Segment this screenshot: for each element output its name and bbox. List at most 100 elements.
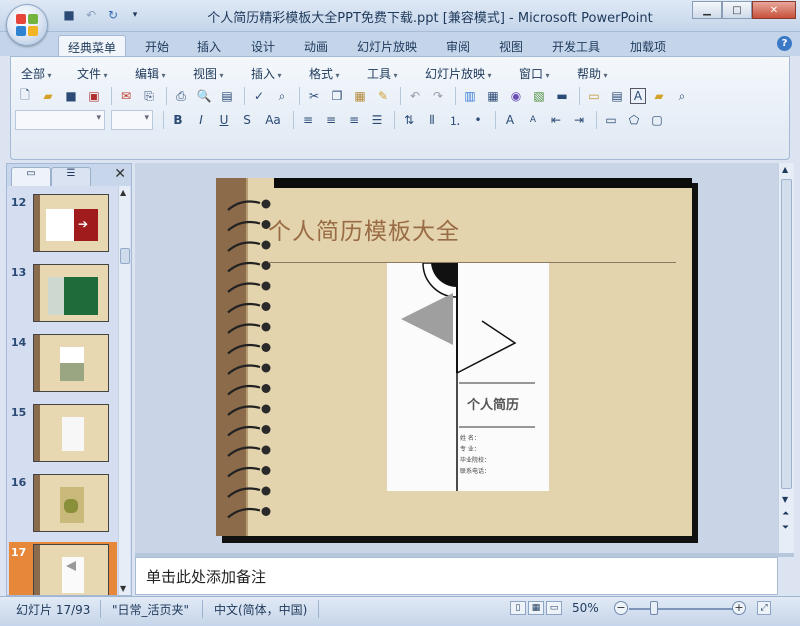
columns-icon[interactable]: ⫴ (422, 110, 442, 130)
language-indicator[interactable]: 中文(简体，中国) (214, 601, 307, 618)
numbering-icon[interactable]: ⒈ (445, 110, 465, 130)
close-icon[interactable]: ✕ (114, 166, 126, 182)
tab-outline[interactable]: ☰ (51, 167, 91, 186)
thumbnail-slide-16[interactable]: 16 (9, 472, 117, 536)
open-folder-icon[interactable]: ▰ (38, 86, 58, 106)
textbox-icon[interactable]: A (630, 88, 646, 104)
minimize-button[interactable]: ▁ (692, 1, 722, 19)
tab-design[interactable]: 设计 (242, 35, 284, 56)
scroll-up-icon[interactable]: ▲ (120, 188, 126, 197)
find-icon[interactable]: ⌕ (672, 86, 692, 106)
tab-developer[interactable]: 开发工具 (544, 35, 608, 56)
redo-icon[interactable]: ↷ (428, 86, 448, 106)
new-file-icon[interactable]: 🗋 (15, 86, 35, 106)
menu-slideshow[interactable]: 幻灯片放映 (425, 65, 492, 82)
notes-pane[interactable]: 单击此处添加备注 (135, 557, 778, 595)
picture-icon[interactable]: ▧ (529, 86, 549, 106)
save-icon[interactable]: ■ (61, 86, 81, 106)
help-icon[interactable]: ? (777, 36, 792, 51)
zoom-level[interactable]: 50% (572, 601, 599, 615)
thumbnail-slide-12[interactable]: 12 ➔ (9, 192, 117, 256)
menu-format[interactable]: 格式 (309, 65, 340, 82)
publish-icon[interactable]: ⎘ (139, 86, 159, 106)
shape-fill-icon[interactable]: ▬ (552, 86, 572, 106)
spelling-icon[interactable]: ✓ (249, 86, 269, 106)
table-icon[interactable]: ▦ (483, 86, 503, 106)
align-left-icon[interactable]: ≡ (298, 110, 318, 130)
chart-icon[interactable]: ▥ (460, 86, 480, 106)
menu-view[interactable]: 视图 (193, 65, 224, 82)
print-icon[interactable]: ⎙ (171, 86, 191, 106)
scroll-up-icon[interactable]: ▲ (782, 165, 788, 174)
strikethrough-icon[interactable]: S (237, 110, 257, 130)
menu-window[interactable]: 窗口 (519, 65, 550, 82)
slide-sorter-icon[interactable]: ▦ (528, 601, 544, 615)
tab-review[interactable]: 审阅 (437, 35, 479, 56)
thumbnail-slide-13[interactable]: 13 (9, 262, 117, 326)
zoom-slider-knob[interactable] (650, 601, 658, 615)
tab-slides[interactable]: ▭ (11, 167, 51, 186)
zoom-out-icon[interactable]: − (614, 601, 628, 615)
clipart-icon[interactable]: ◉ (506, 86, 526, 106)
increase-indent-icon[interactable]: ⇥ (569, 110, 589, 130)
folder-icon[interactable]: ▰ (649, 86, 669, 106)
print-preview-icon[interactable]: 🔍 (194, 86, 214, 106)
decrease-indent-icon[interactable]: ⇤ (546, 110, 566, 130)
research-icon[interactable]: ⌕ (272, 86, 292, 106)
next-slide-icon[interactable]: ⏷ (782, 523, 789, 533)
menu-help[interactable]: 帮助 (577, 65, 608, 82)
shapes-icon[interactable]: ⬠ (624, 110, 644, 130)
scroll-thumb[interactable] (120, 248, 130, 264)
align-right-icon[interactable]: ≡ (344, 110, 364, 130)
thumbnail-slide-17[interactable]: 17 (9, 542, 117, 595)
thumbnail-scrollbar[interactable]: ▲ ▼ (118, 186, 130, 595)
bullets-icon[interactable]: • (468, 110, 488, 130)
thumbnail-slide-14[interactable]: 14 (9, 332, 117, 396)
font-grow-icon[interactable]: A (500, 110, 520, 130)
thumbnail-slide-15[interactable]: 15 (9, 402, 117, 466)
copy-icon[interactable]: ❐ (327, 86, 347, 106)
align-center-icon[interactable]: ≡ (321, 110, 341, 130)
permission-icon[interactable]: ▣ (84, 86, 104, 106)
menu-tools[interactable]: 工具 (367, 65, 398, 82)
font-size-combo[interactable] (111, 110, 153, 130)
bold-icon[interactable]: B (168, 110, 188, 130)
new-slide-icon[interactable]: ▭ (584, 86, 604, 106)
tab-animation[interactable]: 动画 (295, 35, 337, 56)
view-icon[interactable]: ▤ (217, 86, 237, 106)
menu-file[interactable]: 文件 (77, 65, 108, 82)
menu-insert[interactable]: 插入 (251, 65, 282, 82)
normal-view-icon[interactable]: ▯ (510, 601, 526, 615)
menu-edit[interactable]: 编辑 (135, 65, 166, 82)
font-shrink-icon[interactable]: A (523, 110, 543, 130)
menu-all[interactable]: 全部 (21, 65, 52, 82)
paste-icon[interactable]: ▦ (350, 86, 370, 106)
previous-slide-icon[interactable]: ⏶ (782, 509, 789, 519)
current-slide[interactable]: 个人简历模板大全 个人简历 姓 名： 专 业： 毕业院校： 联系电话： (216, 178, 692, 536)
tab-slideshow[interactable]: 幻灯片放映 (350, 35, 424, 56)
close-button[interactable]: ✕ (752, 1, 796, 19)
slide-title[interactable]: 个人简历模板大全 (268, 212, 460, 246)
slideshow-view-icon[interactable]: ▭ (546, 601, 562, 615)
justify-icon[interactable]: ☰ (367, 110, 387, 130)
zoom-in-icon[interactable]: + (732, 601, 746, 615)
undo-icon[interactable]: ↶ (405, 86, 425, 106)
email-icon[interactable]: ✉ (116, 86, 136, 106)
design-icon[interactable]: ▭ (601, 110, 621, 130)
layout-icon[interactable]: ▤ (607, 86, 627, 106)
scroll-down-icon[interactable]: ▼ (120, 584, 126, 593)
tab-view[interactable]: 视图 (490, 35, 532, 56)
change-case-icon[interactable]: Aa (260, 110, 286, 130)
slide-scrollbar[interactable]: ▲ ▼ ⏶ ⏷ (778, 163, 794, 553)
zoom-slider[interactable] (629, 608, 737, 610)
tab-classic-menu[interactable]: 经典菜单 (58, 35, 126, 56)
office-button[interactable] (6, 4, 48, 46)
scroll-thumb[interactable] (781, 179, 792, 489)
tab-home[interactable]: 开始 (136, 35, 178, 56)
arrange-icon[interactable]: ▢ (647, 110, 667, 130)
maximize-button[interactable]: □ (722, 1, 752, 19)
scroll-down-icon[interactable]: ▼ (782, 495, 788, 504)
tab-insert[interactable]: 插入 (188, 35, 230, 56)
tab-addins[interactable]: 加载项 (622, 35, 674, 56)
cut-icon[interactable]: ✂ (304, 86, 324, 106)
